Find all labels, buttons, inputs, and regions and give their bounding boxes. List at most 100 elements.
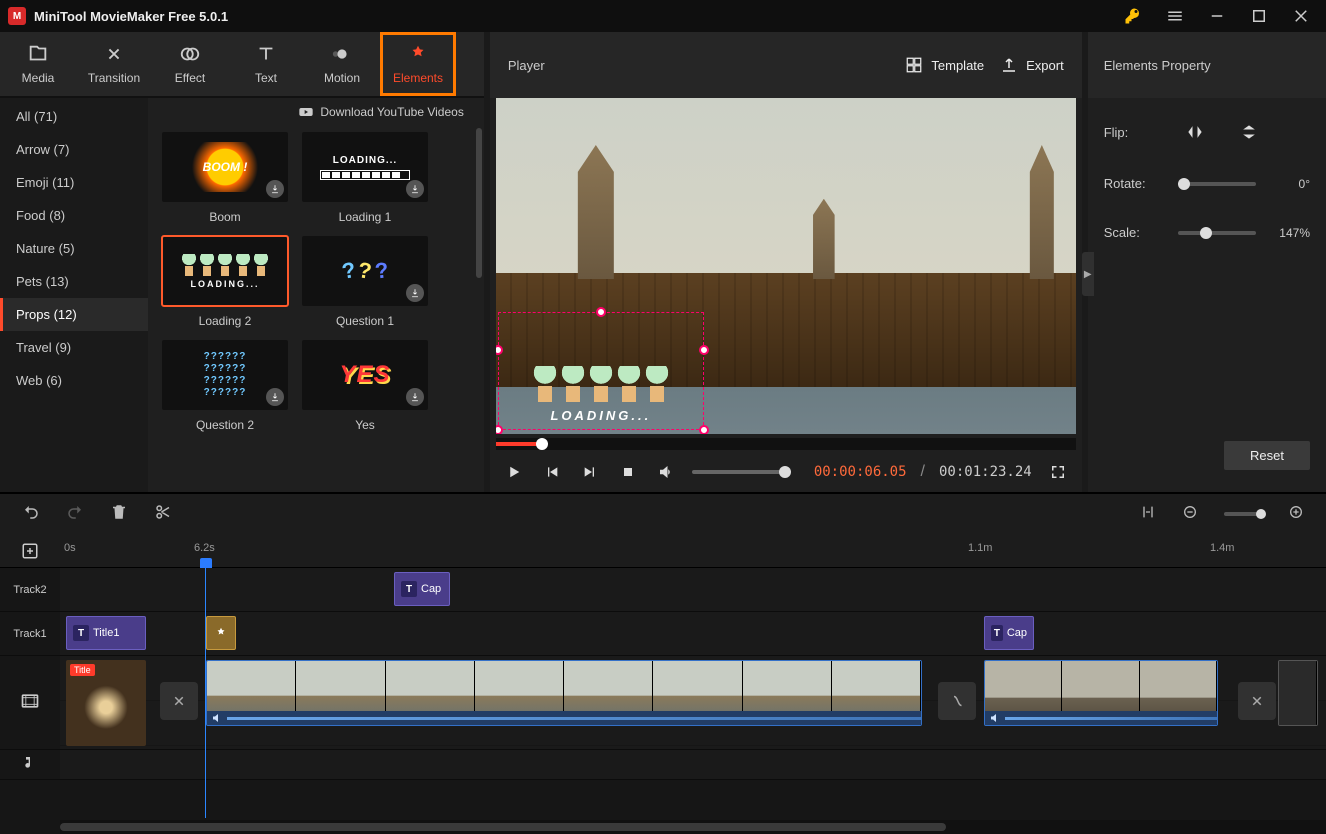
- track-row: Track2 TCap: [0, 568, 1326, 612]
- close-button[interactable]: [1280, 0, 1322, 32]
- track-lane[interactable]: TCap: [60, 568, 1326, 611]
- tab-media[interactable]: Media: [0, 32, 76, 96]
- video-clip[interactable]: [1278, 660, 1318, 726]
- split-button[interactable]: [154, 503, 172, 526]
- element-label: Loading 2: [162, 306, 288, 328]
- playhead-line[interactable]: [205, 568, 206, 818]
- upgrade-key-icon[interactable]: [1112, 0, 1154, 32]
- track-lane[interactable]: Title: [60, 656, 1326, 749]
- transition-clip[interactable]: [160, 682, 198, 720]
- reset-button[interactable]: Reset: [1224, 441, 1310, 470]
- stop-button[interactable]: [616, 460, 640, 484]
- fullscreen-button[interactable]: [1046, 460, 1070, 484]
- play-button[interactable]: [502, 460, 526, 484]
- seek-knob[interactable]: [536, 438, 548, 450]
- scale-value: 147%: [1266, 226, 1310, 240]
- element-card[interactable]: LOADING... Loading 1: [302, 132, 428, 224]
- category-props[interactable]: Props (12): [0, 298, 148, 331]
- tab-motion[interactable]: Motion: [304, 32, 380, 96]
- template-button[interactable]: Template: [905, 56, 984, 74]
- timeline: 0s 6.2s 1.1m 1.4m Track2 TCap Track1 TTi…: [0, 492, 1326, 834]
- tab-media-label: Media: [22, 71, 55, 85]
- element-card[interactable]: YES Yes: [302, 340, 428, 432]
- title-bar: M MiniTool MovieMaker Free 5.0.1: [0, 0, 1326, 32]
- category-pets[interactable]: Pets (13): [0, 265, 148, 298]
- prev-frame-button[interactable]: [540, 460, 564, 484]
- collapse-props-button[interactable]: ▶: [1082, 252, 1094, 296]
- element-card[interactable]: ??? Question 1: [302, 236, 428, 328]
- tab-effect[interactable]: Effect: [152, 32, 228, 96]
- scale-slider[interactable]: [1178, 231, 1256, 235]
- browser-scrollbar[interactable]: [476, 128, 482, 278]
- resize-handle[interactable]: [699, 425, 709, 434]
- minimize-button[interactable]: [1196, 0, 1238, 32]
- transition-clip[interactable]: [1238, 682, 1276, 720]
- zoom-slider[interactable]: [1224, 512, 1262, 516]
- resize-handle[interactable]: [496, 425, 503, 434]
- maximize-button[interactable]: [1238, 0, 1280, 32]
- element-label: Yes: [302, 410, 428, 432]
- scale-label: Scale:: [1104, 225, 1168, 240]
- download-yt-link[interactable]: Download YouTube Videos: [320, 105, 463, 119]
- seek-bar[interactable]: [496, 438, 1076, 450]
- timeline-scrollbar[interactable]: [60, 820, 1326, 834]
- delete-button[interactable]: [110, 503, 128, 526]
- text-clip[interactable]: TCap: [984, 616, 1034, 650]
- video-clip[interactable]: [206, 660, 922, 726]
- element-browser: Download YouTube Videos BOOM ! Boom LOAD…: [148, 98, 484, 492]
- tab-transition[interactable]: Transition: [76, 32, 152, 96]
- zoom-out-button[interactable]: [1182, 504, 1198, 525]
- rotate-value: 0°: [1266, 177, 1310, 191]
- category-all[interactable]: All (71): [0, 100, 148, 133]
- title-clip[interactable]: Title: [66, 660, 146, 746]
- tab-elements-label: Elements: [393, 71, 443, 85]
- download-icon[interactable]: [406, 180, 424, 198]
- download-icon[interactable]: [266, 388, 284, 406]
- element-label: Loading 1: [302, 202, 428, 224]
- undo-button[interactable]: [22, 503, 40, 526]
- download-icon[interactable]: [266, 180, 284, 198]
- menu-icon[interactable]: [1154, 0, 1196, 32]
- element-card[interactable]: BOOM ! Boom: [162, 132, 288, 224]
- transition-clip[interactable]: [938, 682, 976, 720]
- download-icon[interactable]: [406, 388, 424, 406]
- next-frame-button[interactable]: [578, 460, 602, 484]
- element-clip[interactable]: [206, 616, 236, 650]
- current-time: 00:00:06.05: [814, 464, 907, 480]
- category-emoji[interactable]: Emoji (11): [0, 166, 148, 199]
- app-title: MiniTool MovieMaker Free 5.0.1: [34, 9, 228, 24]
- category-web[interactable]: Web (6): [0, 364, 148, 397]
- player-title: Player: [508, 58, 890, 73]
- element-card[interactable]: ?????? ?????? ?????? ?????? Question 2: [162, 340, 288, 432]
- element-card[interactable]: LOADING... Loading 2: [162, 236, 288, 328]
- tab-text[interactable]: Text: [228, 32, 304, 96]
- element-selection-box[interactable]: LOADING...: [498, 312, 704, 430]
- volume-slider[interactable]: [692, 470, 786, 474]
- text-clip[interactable]: TCap: [394, 572, 450, 606]
- video-clip[interactable]: [984, 660, 1218, 726]
- flip-vertical-button[interactable]: [1222, 122, 1276, 142]
- redo-button[interactable]: [66, 503, 84, 526]
- category-food[interactable]: Food (8): [0, 199, 148, 232]
- export-button[interactable]: Export: [1000, 56, 1064, 74]
- track-lane[interactable]: TTitle1 TCap: [60, 612, 1326, 655]
- player-pane: Player Template Export LOADING...: [490, 32, 1082, 492]
- category-arrow[interactable]: Arrow (7): [0, 133, 148, 166]
- tab-elements[interactable]: Elements: [380, 32, 456, 96]
- fit-timeline-button[interactable]: [1140, 504, 1156, 525]
- category-nature[interactable]: Nature (5): [0, 232, 148, 265]
- download-icon[interactable]: [406, 284, 424, 302]
- time-ruler[interactable]: 0s 6.2s 1.1m 1.4m: [0, 534, 1326, 568]
- text-clip[interactable]: TTitle1: [66, 616, 146, 650]
- track-lane[interactable]: [60, 750, 1326, 779]
- add-track-button[interactable]: [0, 542, 60, 560]
- category-travel[interactable]: Travel (9): [0, 331, 148, 364]
- rotate-slider[interactable]: [1178, 182, 1256, 186]
- flip-horizontal-button[interactable]: [1168, 122, 1222, 142]
- zoom-in-button[interactable]: [1288, 504, 1304, 525]
- preview-canvas[interactable]: LOADING...: [496, 98, 1076, 434]
- volume-icon[interactable]: [654, 460, 678, 484]
- resize-handle[interactable]: [699, 345, 709, 355]
- props-title: Elements Property: [1088, 32, 1326, 98]
- resize-handle[interactable]: [596, 307, 606, 317]
